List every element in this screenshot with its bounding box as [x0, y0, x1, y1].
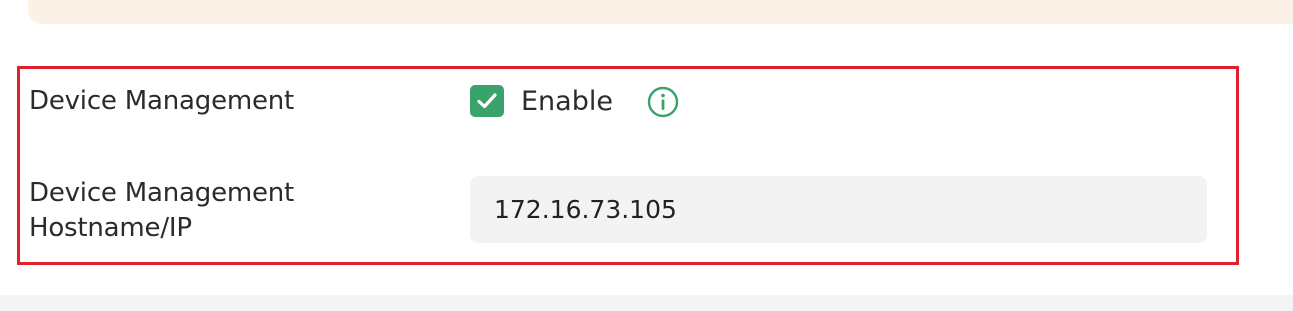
device-management-checkbox[interactable] [470, 85, 504, 117]
hostname-ip-label: Device Management Hostname/IP [29, 178, 295, 243]
top-banner [28, 0, 1293, 24]
settings-panel: Device Management Enable Device Manageme… [0, 0, 1293, 311]
next-section [0, 295, 1293, 311]
hostname-ip-input[interactable] [470, 176, 1207, 243]
device-management-label: Device Management [29, 86, 295, 116]
enable-label: Enable [521, 86, 613, 117]
checkmark-icon [477, 93, 497, 109]
info-circle-icon[interactable] [647, 86, 679, 118]
